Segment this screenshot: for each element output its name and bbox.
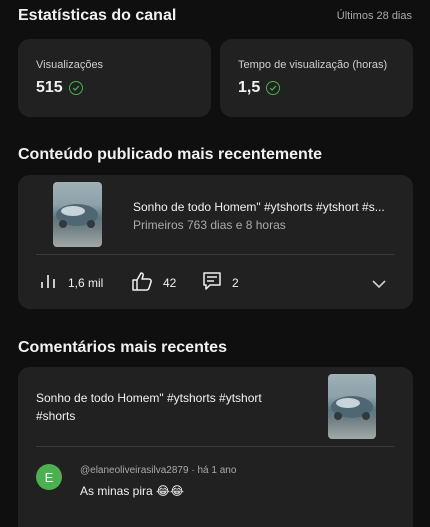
comments-divider xyxy=(36,446,394,447)
comment-video-title[interactable]: Sonho de todo Homem" #ytshorts #ytshort … xyxy=(36,389,296,425)
views-value: 515 xyxy=(36,79,63,96)
card-divider xyxy=(36,254,394,255)
comment-header: @elaneoliveirasilva2879 · há 1 ano xyxy=(80,465,236,476)
views-card[interactable]: Visualizações 515 xyxy=(18,39,211,117)
views-metric: 1,6 mil xyxy=(40,273,103,292)
video-thumbnail[interactable] xyxy=(53,182,102,247)
watch-time-label: Tempo de visualização (horas) xyxy=(238,59,388,71)
recent-content-title: Conteúdo publicado mais recentemente xyxy=(18,146,323,163)
watch-time-value-row: 1,5 xyxy=(238,79,281,97)
check-circle-icon xyxy=(68,81,83,95)
avatar[interactable]: E xyxy=(36,464,62,490)
comments-metric: 2 xyxy=(202,271,239,294)
likes-metric: 42 xyxy=(131,271,176,294)
comment-text: As minas pira 😂😂 xyxy=(80,484,185,498)
views-label: Visualizações xyxy=(36,59,104,71)
comment-time: há 1 ano xyxy=(197,465,237,476)
comment-video-thumbnail[interactable] xyxy=(328,374,376,439)
likes-count: 42 xyxy=(163,275,177,290)
channel-stats-title: Estatísticas do canal xyxy=(18,7,177,24)
watch-time-card[interactable]: Tempo de visualização (horas) 1,5 xyxy=(220,39,413,117)
recent-comments-title: Comentários mais recentes xyxy=(18,339,227,356)
video-title[interactable]: Sonho de todo Homem" #ytshorts #ytshort … xyxy=(133,200,385,214)
recent-comments-card[interactable]: Sonho de todo Homem" #ytshorts #ytshort … xyxy=(18,367,413,527)
video-meta: Primeiros 763 dias e 8 horas xyxy=(133,218,286,232)
comment-author[interactable]: @elaneoliveirasilva2879 xyxy=(80,465,189,476)
chevron-down-icon[interactable] xyxy=(372,276,386,294)
views-count: 1,6 mil xyxy=(68,275,104,290)
check-circle-icon xyxy=(266,81,281,95)
thumbs-up-icon xyxy=(131,271,153,294)
bar-chart-icon xyxy=(40,273,58,292)
watch-time-value: 1,5 xyxy=(238,79,261,96)
views-value-row: 515 xyxy=(36,79,83,97)
stats-period: Últimos 28 dias xyxy=(336,10,412,22)
comment-icon xyxy=(202,271,222,294)
comments-count: 2 xyxy=(232,275,239,290)
recent-content-card[interactable]: Sonho de todo Homem" #ytshorts #ytshort … xyxy=(18,175,413,309)
